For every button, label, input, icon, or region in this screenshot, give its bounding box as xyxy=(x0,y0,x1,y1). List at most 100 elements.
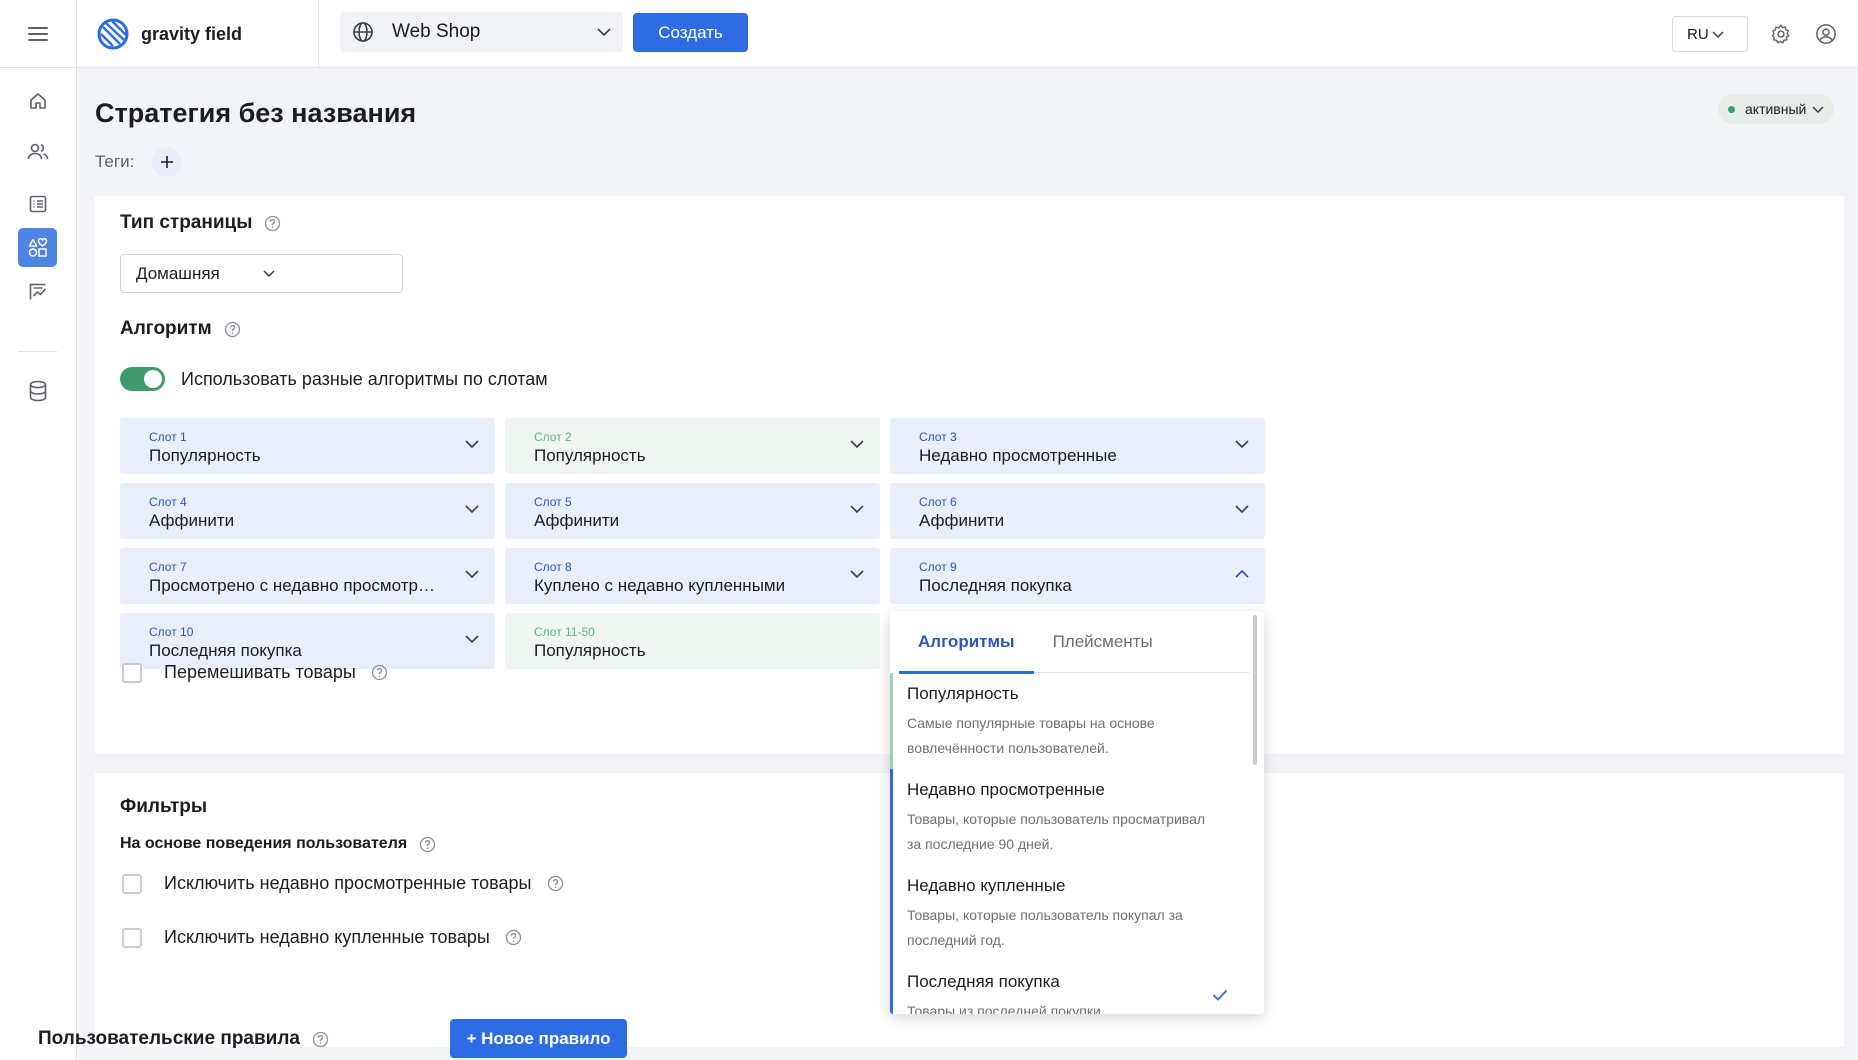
add-tag-plus-icon[interactable] xyxy=(152,147,183,177)
option-description-line: Товары, которые пользователь просматрива… xyxy=(907,811,1206,827)
help-icon[interactable] xyxy=(312,1031,329,1048)
option-description: Самые популярные товары на основе вовлеч… xyxy=(907,711,1226,761)
slot-label: Слот 7 xyxy=(149,560,187,574)
slot-7-select[interactable]: Слот 7 Просмотрено с недавно просмотренн… xyxy=(120,548,495,604)
help-icon[interactable] xyxy=(371,664,388,681)
user-account-icon[interactable] xyxy=(1813,21,1839,47)
sidebar-divider xyxy=(18,351,57,352)
slot-5-select[interactable]: Слот 5 Аффинити xyxy=(505,483,880,539)
chevron-down-icon xyxy=(1235,440,1249,448)
option-popularity[interactable]: Популярность Самые популярные товары на … xyxy=(890,673,1250,769)
slot-11-50-select[interactable]: Слот 11-50 Популярность xyxy=(505,613,880,669)
slot-label: Слот 6 xyxy=(919,495,957,509)
chevron-down-icon xyxy=(465,570,479,578)
strategies-shapes-icon[interactable] xyxy=(18,228,57,267)
slot-label: Слот 2 xyxy=(534,430,572,444)
algorithm-heading: Алгоритм xyxy=(120,318,241,340)
analytics-chart-icon[interactable] xyxy=(18,272,57,311)
page-type-heading: Тип страницы xyxy=(120,212,281,234)
slot-label: Слот 8 xyxy=(534,560,572,574)
shuffle-products-checkbox[interactable] xyxy=(122,662,142,683)
slot-2-select[interactable]: Слот 2 Популярность xyxy=(505,418,880,474)
slot-value: Последняя покупка xyxy=(149,641,302,660)
sidebar xyxy=(0,68,77,1060)
option-description-line: Товары из последней покупки xyxy=(907,1003,1101,1014)
shop-selector[interactable]: Web Shop xyxy=(340,12,623,52)
option-recently-purchased[interactable]: Недавно купленные Товары, которые пользо… xyxy=(890,865,1250,961)
tags-label: Теги: xyxy=(95,152,135,171)
option-description: Товары из последней покупки xyxy=(907,999,1226,1014)
status-label: активный xyxy=(1745,101,1807,117)
slot-label: Слот 4 xyxy=(149,495,187,509)
help-icon[interactable] xyxy=(264,215,281,232)
per-slot-algorithm-label: Использовать разные алгоритмы по слотам xyxy=(181,369,548,389)
slot-8-select[interactable]: Слот 8 Куплено с недавно купленными xyxy=(505,548,880,604)
users-icon[interactable] xyxy=(18,132,57,171)
chevron-up-icon xyxy=(1235,570,1249,578)
option-description-line: за последние 90 дней. xyxy=(907,836,1054,852)
brand-name: gravity field xyxy=(141,23,243,44)
option-description-line: Самые популярные товары на основе xyxy=(907,715,1155,731)
slot-label: Слот 3 xyxy=(919,430,957,444)
tags-row: Теги: xyxy=(95,147,183,177)
chevron-down-icon xyxy=(1712,30,1737,38)
slot-label: Слот 5 xyxy=(534,495,572,509)
tab-algorithms[interactable]: Алгоритмы xyxy=(899,611,1034,674)
slot-9-select[interactable]: Слот 9 Последняя покупка xyxy=(890,548,1265,604)
slot-10-select[interactable]: Слот 10 Последняя покупка xyxy=(120,613,495,669)
catalog-list-icon[interactable] xyxy=(18,184,57,223)
slot-label: Слот 11-50 xyxy=(534,625,595,639)
slot-value: Аффинити xyxy=(149,511,235,530)
exclude-viewed-checkbox[interactable] xyxy=(122,873,142,894)
status-dot xyxy=(1728,105,1735,113)
help-icon[interactable] xyxy=(224,321,241,338)
slot-3-select[interactable]: Слот 3 Недавно просмотренные xyxy=(890,418,1265,474)
slot-1-select[interactable]: Слот 1 Популярность xyxy=(120,418,495,474)
chevron-down-icon xyxy=(850,505,864,513)
option-recently-viewed[interactable]: Недавно просмотренные Товары, которые по… xyxy=(890,769,1250,865)
database-icon[interactable] xyxy=(18,371,57,410)
option-description: Товары, которые пользователь покупал за … xyxy=(907,903,1226,953)
status-badge[interactable]: активный xyxy=(1718,94,1835,124)
dropdown-scrollbar[interactable] xyxy=(1253,615,1257,765)
exclude-viewed-row: Исключить недавно просмотренные товары xyxy=(122,873,564,894)
option-description-line: последний год. xyxy=(907,932,1005,948)
slot-4-select[interactable]: Слот 4 Аффинити xyxy=(120,483,495,539)
help-icon[interactable] xyxy=(419,836,436,853)
home-icon[interactable] xyxy=(18,81,57,120)
slot-6-select[interactable]: Слот 6 Аффинити xyxy=(890,483,1265,539)
chevron-down-icon xyxy=(597,28,611,36)
chevron-down-icon xyxy=(263,270,390,277)
page-type-value: Домашняя xyxy=(136,263,220,283)
shuffle-products-label: Перемешивать товары xyxy=(164,662,356,682)
create-button[interactable]: Создать xyxy=(633,13,748,52)
help-icon[interactable] xyxy=(547,875,564,892)
option-last-purchase[interactable]: Последняя покупка Товары из последней по… xyxy=(890,961,1250,1014)
chevron-down-icon xyxy=(465,440,479,448)
slot-value: Аффинити xyxy=(534,511,620,530)
hamburger-menu-icon[interactable] xyxy=(0,0,77,68)
page-type-select[interactable]: Домашняя xyxy=(120,254,403,293)
option-title: Последняя покупка xyxy=(907,972,1060,991)
language-selector[interactable]: RU xyxy=(1672,16,1748,52)
help-icon[interactable] xyxy=(505,929,522,946)
option-title: Недавно купленные xyxy=(907,876,1066,895)
gear-icon[interactable] xyxy=(1768,21,1794,47)
logo-globe-icon xyxy=(97,18,129,50)
selected-check-icon xyxy=(1212,989,1228,1001)
per-slot-algorithm-toggle[interactable] xyxy=(120,367,165,391)
slot-value: Популярность xyxy=(149,446,261,465)
tab-placements[interactable]: Плейсменты xyxy=(1034,611,1172,673)
slot-label: Слот 10 xyxy=(149,625,194,639)
exclude-purchased-row: Исключить недавно купленные товары xyxy=(122,927,522,948)
logo[interactable]: gravity field xyxy=(77,0,319,68)
algorithm-dropdown: Алгоритмы Плейсменты Популярность Самые … xyxy=(890,611,1264,1014)
page-title[interactable]: Стратегия без названия xyxy=(95,98,416,129)
behavior-filters-heading: На основе поведения пользователя xyxy=(120,835,436,853)
custom-rules-title: Пользовательские правила xyxy=(38,1028,300,1049)
slot-value: Популярность xyxy=(534,446,646,465)
chevron-down-icon xyxy=(465,635,479,643)
exclude-purchased-checkbox[interactable] xyxy=(122,927,142,948)
option-title: Популярность xyxy=(907,684,1019,703)
new-rule-button[interactable]: + Новое правило xyxy=(450,1019,627,1058)
